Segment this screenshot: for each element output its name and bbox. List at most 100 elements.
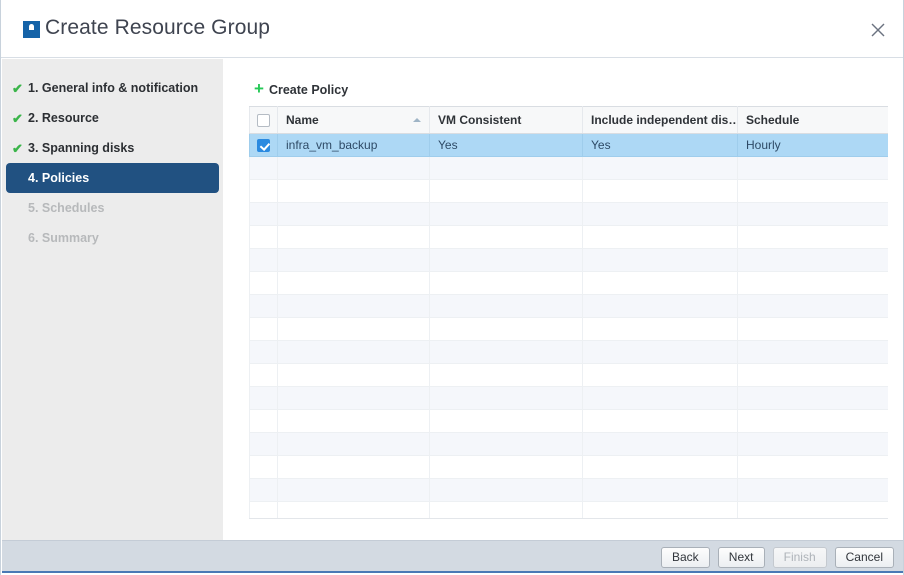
empty-cell <box>429 340 583 364</box>
empty-cell <box>737 271 888 295</box>
wizard-step-sidebar: ✔ 1. General info & notification ✔ 2. Resou… <box>2 59 223 540</box>
sidebar-step-label: 2. Resource <box>28 111 99 125</box>
empty-cell <box>582 478 738 502</box>
empty-cell <box>737 386 888 410</box>
table-row-empty <box>249 409 888 433</box>
empty-cell <box>429 179 583 203</box>
empty-cell <box>582 202 738 226</box>
cell-vm-consistent: Yes <box>429 133 583 157</box>
empty-cell <box>249 317 278 341</box>
column-header-include-independent-disks[interactable]: Include independent dis… <box>582 106 738 134</box>
sidebar-step-4[interactable]: 4. Policies <box>6 163 219 193</box>
empty-cell <box>737 317 888 341</box>
empty-cell <box>429 501 583 518</box>
create-policy-button[interactable]: + Create Policy <box>254 79 348 98</box>
table-row-empty <box>249 340 888 364</box>
sidebar-step-label: 5. Schedules <box>28 201 105 215</box>
empty-cell <box>582 179 738 203</box>
empty-cell <box>249 432 278 456</box>
column-header-vm-consistent-label: VM Consistent <box>438 113 522 127</box>
table-row-empty <box>249 294 888 318</box>
empty-cell <box>582 455 738 479</box>
empty-cell <box>582 225 738 249</box>
sidebar-step-3[interactable]: ✔ 3. Spanning disks <box>6 133 219 163</box>
select-all-checkbox[interactable] <box>257 114 270 128</box>
column-header-schedule-label: Schedule <box>746 113 800 127</box>
empty-cell <box>429 156 583 180</box>
sort-ascending-icon <box>413 118 421 122</box>
table-header: Name VM Consistent Include independent d… <box>249 106 888 134</box>
empty-cell <box>249 248 278 272</box>
empty-cell <box>277 156 430 180</box>
sidebar-step-2[interactable]: ✔ 2. Resource <box>6 103 219 133</box>
row-checkbox[interactable] <box>257 139 270 153</box>
empty-cell <box>737 455 888 479</box>
plus-icon: + <box>254 79 264 98</box>
empty-cell <box>277 248 430 272</box>
empty-cell <box>429 294 583 318</box>
column-header-include-independent-disks-label: Include independent dis… <box>591 113 738 127</box>
empty-cell <box>737 478 888 502</box>
dialog-titlebar: Create Resource Group <box>1 0 903 58</box>
empty-cell <box>249 501 278 518</box>
row-select-cell[interactable] <box>249 133 278 157</box>
empty-cell <box>429 409 583 433</box>
close-icon[interactable] <box>863 15 893 45</box>
table-row-empty <box>249 317 888 341</box>
empty-cell <box>429 455 583 479</box>
step-check-icon: ✔ <box>12 80 23 96</box>
column-header-name-label: Name <box>286 113 319 127</box>
empty-cell <box>249 478 278 502</box>
create-resource-group-dialog: Create Resource Group ✔ 1. General info &… <box>0 0 904 575</box>
empty-cell <box>249 386 278 410</box>
table-row-empty <box>249 501 888 518</box>
sidebar-step-label: 4. Policies <box>28 171 90 185</box>
table-row-empty <box>249 156 888 180</box>
empty-cell <box>429 202 583 226</box>
empty-cell <box>249 409 278 433</box>
empty-cell <box>277 294 430 318</box>
empty-cell <box>737 363 888 387</box>
empty-cell <box>737 225 888 249</box>
empty-cell <box>737 179 888 203</box>
empty-cell <box>249 156 278 180</box>
policies-table-container: Name VM Consistent Include independent d… <box>249 106 888 519</box>
step-check-icon: ✔ <box>12 110 23 126</box>
policies-table: Name VM Consistent Include independent d… <box>249 106 888 518</box>
empty-cell <box>582 294 738 318</box>
cell-include-independent-disks: Yes <box>582 133 738 157</box>
table-row-empty <box>249 386 888 410</box>
cancel-button[interactable]: Cancel <box>834 547 894 568</box>
table-row-empty <box>249 271 888 295</box>
table-row-empty <box>249 179 888 203</box>
footer-button-group: Back Next Finish Cancel <box>660 547 894 568</box>
table-row-empty <box>249 202 888 226</box>
app-logo-icon <box>23 20 40 38</box>
empty-cell <box>277 386 430 410</box>
next-button[interactable]: Next <box>717 547 765 568</box>
empty-cell <box>277 225 430 249</box>
empty-cell <box>277 202 430 226</box>
table-row-empty <box>249 455 888 479</box>
select-all-header-cell[interactable] <box>249 106 278 134</box>
empty-cell <box>582 501 738 518</box>
back-button[interactable]: Back <box>660 547 710 568</box>
empty-cell <box>429 478 583 502</box>
column-header-schedule[interactable]: Schedule <box>737 106 888 134</box>
empty-cell <box>277 478 430 502</box>
empty-cell <box>737 156 888 180</box>
column-header-name[interactable]: Name <box>277 106 430 134</box>
empty-cell <box>582 409 738 433</box>
dialog-footer: Back Next Finish Cancel <box>2 540 903 573</box>
empty-cell <box>429 271 583 295</box>
empty-cell <box>582 317 738 341</box>
title-group: Create Resource Group <box>23 16 270 40</box>
sidebar-step-5: 5. Schedules <box>6 193 219 223</box>
table-row-empty <box>249 248 888 272</box>
table-row[interactable]: infra_vm_backup Yes Yes Hourly <box>249 133 888 157</box>
column-header-vm-consistent[interactable]: VM Consistent <box>429 106 583 134</box>
table-header-row: Name VM Consistent Include independent d… <box>249 106 888 134</box>
empty-cell <box>737 340 888 364</box>
sidebar-step-1[interactable]: ✔ 1. General info & notification <box>6 73 219 103</box>
empty-cell <box>737 202 888 226</box>
